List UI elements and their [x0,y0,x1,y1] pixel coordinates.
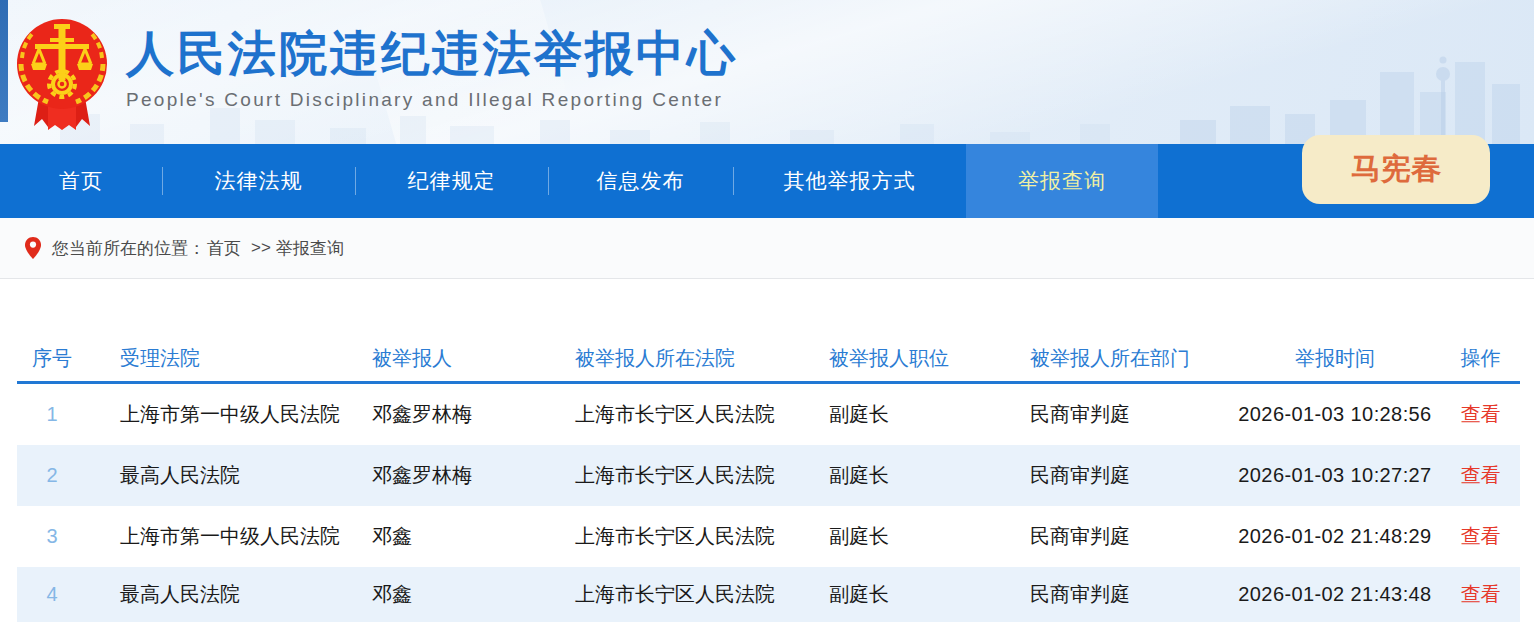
column-header: 序号 [17,345,87,372]
table-header-row: 序号受理法院被举报人被举报人所在法院被举报人职位被举报人所在部门举报时间操作 [17,336,1520,384]
cell-accepting-court: 上海市第一中级人民法院 [87,401,359,428]
view-link[interactable]: 查看 [1461,583,1501,605]
cell-report-time: 2026-01-02 21:48:29 [1229,525,1441,548]
cell-reported-person-position: 副庭长 [817,523,1017,550]
cell-accepting-court: 最高人民法院 [87,462,359,489]
page: 人民法院违纪违法举报中心 People's Court Disciplinary… [0,0,1534,628]
report-table: 序号受理法院被举报人被举报人所在法院被举报人职位被举报人所在部门举报时间操作 1… [17,336,1520,622]
cell-reported-person: 邓鑫 [359,581,564,608]
cell-reported-person-court: 上海市长宁区人民法院 [564,581,817,608]
cell-report-time: 2026-01-03 10:27:27 [1229,464,1441,487]
cell-reported-person-position: 副庭长 [817,581,1017,608]
cell-report-time: 2026-01-02 21:43:48 [1229,583,1441,606]
nav-item-other-report-methods[interactable]: 其他举报方式 [733,144,966,218]
nav-item-news[interactable]: 信息发布 [548,144,733,218]
view-link[interactable]: 查看 [1461,464,1501,486]
breadcrumb-separator: >> [251,238,271,258]
site-header: 人民法院违纪违法举报中心 People's Court Disciplinary… [0,0,1534,144]
table-row: 2最高人民法院邓鑫罗林梅上海市长宁区人民法院副庭长民商审判庭2026-01-03… [17,445,1520,506]
table-row: 3上海市第一中级人民法院邓鑫上海市长宁区人民法院副庭长民商审判庭2026-01-… [17,506,1520,567]
breadcrumb: 您当前所在的位置： 首页 >> 举报查询 [0,218,1534,279]
user-name-button[interactable]: 马宪春 [1302,135,1490,204]
cell-index: 4 [17,583,87,606]
cell-accepting-court: 上海市第一中级人民法院 [87,523,359,550]
cell-reported-person: 邓鑫罗林梅 [359,462,564,489]
cell-reported-person-court: 上海市长宁区人民法院 [564,523,817,550]
cell-reported-person-position: 副庭长 [817,401,1017,428]
cell-reported-person-court: 上海市长宁区人民法院 [564,401,817,428]
cell-reported-person-department: 民商审判庭 [1017,523,1229,550]
court-emblem-logo [12,14,112,136]
column-header: 被举报人所在部门 [1017,345,1229,372]
table-body: 1上海市第一中级人民法院邓鑫罗林梅上海市长宁区人民法院副庭长民商审判庭2026-… [17,384,1520,622]
table-row: 1上海市第一中级人民法院邓鑫罗林梅上海市长宁区人民法院副庭长民商审判庭2026-… [17,384,1520,445]
column-header: 被举报人所在法院 [564,345,817,372]
column-header: 操作 [1441,345,1520,372]
column-header: 被举报人职位 [817,345,1017,372]
cell-reported-person-department: 民商审判庭 [1017,581,1229,608]
cell-index: 1 [17,403,87,426]
cell-index: 2 [17,464,87,487]
column-header: 举报时间 [1229,345,1441,372]
cell-accepting-court: 最高人民法院 [87,581,359,608]
view-link[interactable]: 查看 [1461,403,1501,425]
cell-reported-person: 邓鑫 [359,523,564,550]
site-title: 人民法院违纪违法举报中心 [126,28,738,81]
location-pin-icon [25,237,41,259]
cell-reported-person-position: 副庭长 [817,462,1017,489]
breadcrumb-home-link[interactable]: 首页 [207,237,241,260]
cell-reported-person: 邓鑫罗林梅 [359,401,564,428]
cell-reported-person-court: 上海市长宁区人民法院 [564,462,817,489]
breadcrumb-prefix: 您当前所在的位置： [52,237,205,260]
cell-reported-person-department: 民商审判庭 [1017,401,1229,428]
view-link[interactable]: 查看 [1461,525,1501,547]
breadcrumb-current: 举报查询 [276,237,344,260]
cell-reported-person-department: 民商审判庭 [1017,462,1229,489]
nav-item-home[interactable]: 首页 [0,144,162,218]
cell-index: 3 [17,525,87,548]
nav-item-laws[interactable]: 法律法规 [162,144,355,218]
cell-report-time: 2026-01-03 10:28:56 [1229,403,1441,426]
nav-item-report-query[interactable]: 举报查询 [966,144,1158,218]
column-header: 被举报人 [359,345,564,372]
site-subtitle: People's Court Disciplinary and Illegal … [126,89,738,111]
column-header: 受理法院 [87,345,359,372]
nav-item-discipline[interactable]: 纪律规定 [355,144,548,218]
left-edge-strip [0,0,8,122]
table-row: 4最高人民法院邓鑫上海市长宁区人民法院副庭长民商审判庭2026-01-02 21… [17,567,1520,622]
